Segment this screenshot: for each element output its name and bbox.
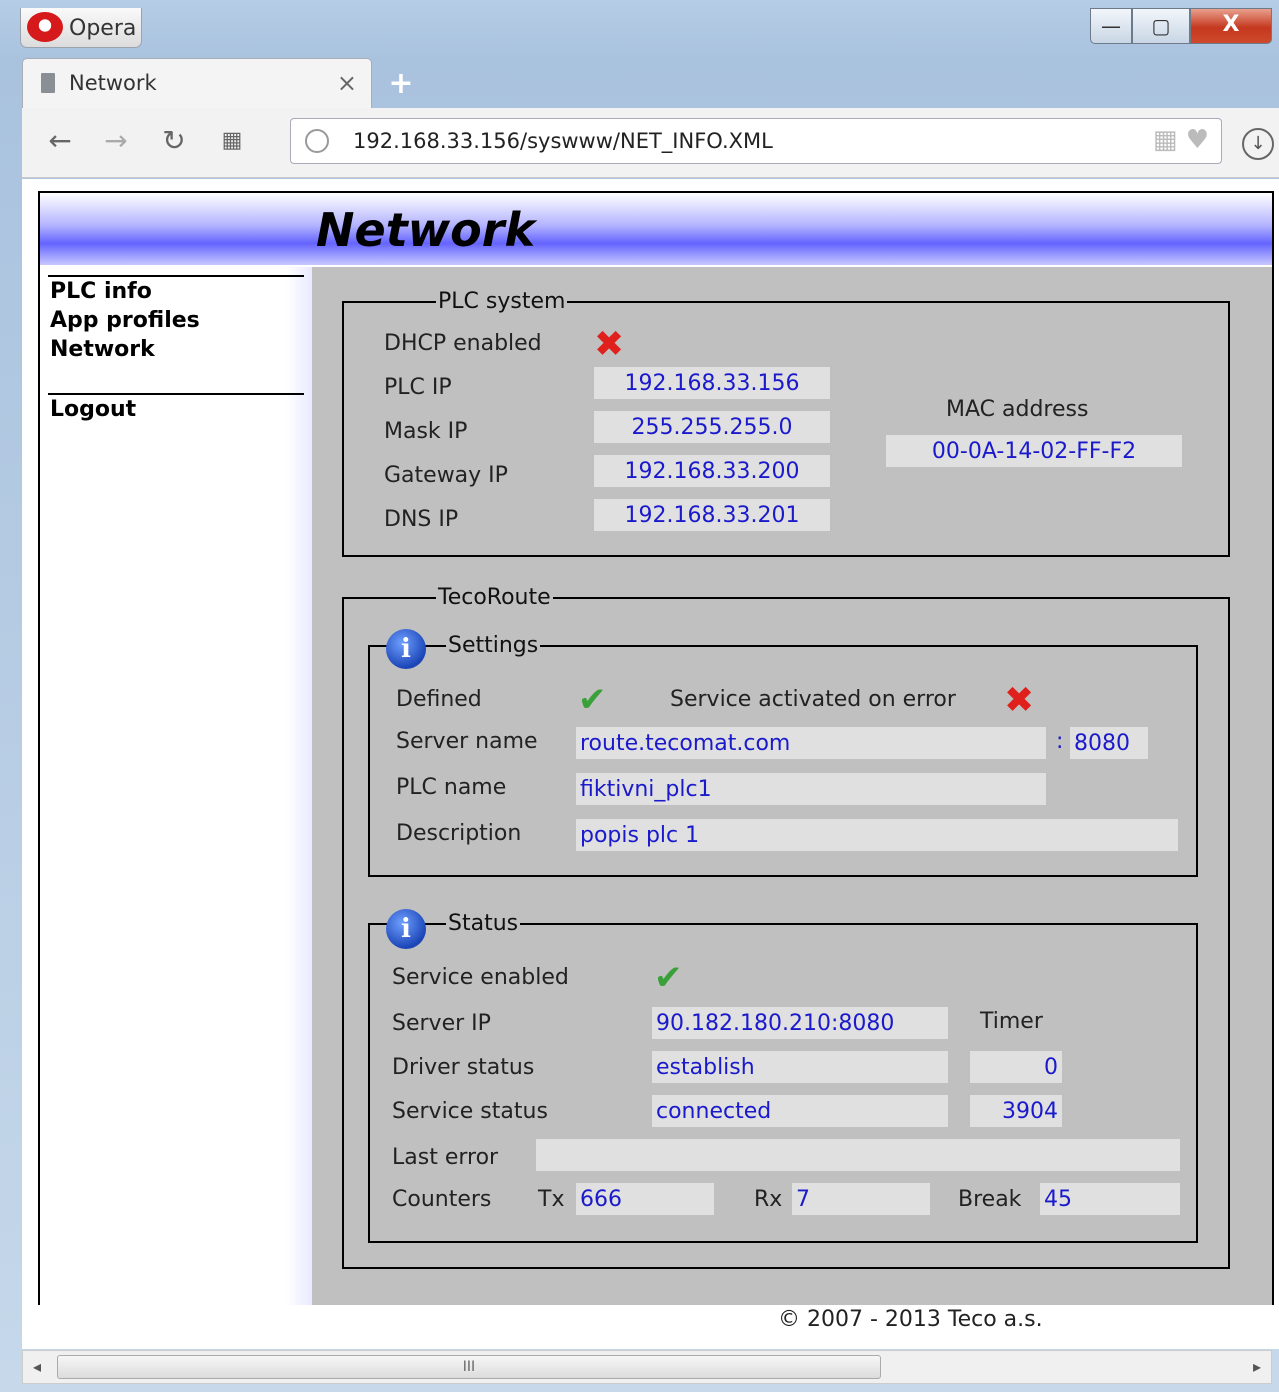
service-status-label: Service status — [392, 1099, 548, 1124]
nav-divider — [48, 275, 304, 277]
service-enabled-check-icon: ✔ — [654, 958, 683, 998]
close-icon: X — [1222, 12, 1240, 37]
server-port-value: 8080 — [1070, 727, 1148, 759]
scrollbar-thumb[interactable]: III — [57, 1355, 881, 1379]
page-viewport: Network PLC info App profiles Network Lo… — [22, 179, 1279, 1349]
nav-plc-info[interactable]: PLC info — [50, 279, 152, 304]
break-label: Break — [958, 1187, 1022, 1212]
server-name-label: Server name — [396, 729, 538, 754]
forward-icon[interactable]: → — [98, 124, 134, 157]
minimize-button[interactable]: — — [1090, 8, 1132, 44]
minimize-icon: — — [1101, 14, 1121, 38]
bookmark-heart-icon[interactable]: ▦ ♥ — [1153, 125, 1209, 155]
footer-copyright: © 2007 - 2013 Teco a.s. — [778, 1307, 1043, 1332]
description-label: Description — [396, 821, 522, 846]
nav-divider — [48, 393, 304, 395]
break-value: 45 — [1040, 1183, 1180, 1215]
plc-ip-value: 192.168.33.156 — [594, 367, 830, 399]
server-ip-label: Server IP — [392, 1011, 491, 1036]
tx-value: 666 — [576, 1183, 714, 1215]
server-name-value: route.tecomat.com — [576, 727, 1046, 759]
opera-logo-icon — [27, 12, 63, 42]
description-value: popis plc 1 — [576, 819, 1178, 851]
tab-title: Network — [69, 71, 157, 95]
maximize-button[interactable]: ▢ — [1132, 8, 1190, 44]
main-content: PLC system DHCP enabled ✖ PLC IP 192.168… — [312, 267, 1272, 1305]
dhcp-label: DHCP enabled — [384, 331, 542, 356]
plc-name-value: fiktivni_plc1 — [576, 773, 1046, 805]
status-info-icon[interactable]: i — [386, 909, 426, 949]
reload-icon[interactable]: ↻ — [156, 124, 192, 157]
settings-info-icon[interactable]: i — [386, 629, 426, 669]
tecoroute-legend: TecoRoute — [438, 585, 551, 610]
status-legend: Status — [448, 911, 519, 936]
page-icon — [41, 73, 55, 93]
dhcp-disabled-x-icon: ✖ — [594, 324, 625, 365]
globe-icon — [305, 129, 329, 153]
new-tab-icon[interactable]: + — [388, 69, 414, 99]
timer-label: Timer — [980, 1009, 1043, 1034]
tx-label: Tx — [538, 1187, 565, 1212]
browser-window: Opera — ▢ X Network × + ← → ↻ ▦ 192.168.… — [0, 0, 1279, 1392]
plc-name-label: PLC name — [396, 775, 507, 800]
settings-legend: Settings — [448, 633, 539, 658]
rx-value: 7 — [792, 1183, 930, 1215]
plc-system-legend: PLC system — [438, 289, 566, 314]
speed-dial-icon[interactable]: ▦ — [214, 128, 250, 153]
service-enabled-label: Service enabled — [392, 965, 569, 990]
url-text[interactable]: 192.168.33.156/syswww/NET_INFO.XML — [353, 129, 773, 153]
page-title: Network — [316, 203, 536, 257]
page-banner: Network — [40, 193, 1272, 265]
rx-label: Rx — [754, 1187, 783, 1212]
mask-ip-label: Mask IP — [384, 419, 468, 444]
mac-address-value: 00-0A-14-02-FF-F2 — [886, 435, 1182, 467]
close-window-button[interactable]: X — [1190, 8, 1272, 44]
address-bar[interactable]: 192.168.33.156/syswww/NET_INFO.XML ▦ ♥ — [290, 118, 1222, 164]
driver-status-value: establish — [652, 1051, 948, 1083]
tab-close-icon[interactable]: × — [337, 69, 357, 97]
browser-toolbar: ← → ↻ ▦ 192.168.33.156/syswww/NET_INFO.X… — [22, 108, 1279, 178]
nav-logout[interactable]: Logout — [50, 397, 136, 422]
horizontal-scrollbar[interactable]: ◂ III ▸ — [22, 1350, 1272, 1384]
dns-ip-label: DNS IP — [384, 507, 459, 532]
opera-menu-button[interactable]: Opera — [20, 8, 142, 48]
last-error-value — [536, 1139, 1180, 1171]
back-icon[interactable]: ← — [42, 124, 78, 157]
plc-ip-label: PLC IP — [384, 375, 452, 400]
mask-ip-value: 255.255.255.0 — [594, 411, 830, 443]
activated-on-error-x-icon: ✖ — [1004, 680, 1035, 721]
service-timer-value: 3904 — [970, 1095, 1062, 1127]
driver-timer-value: 0 — [970, 1051, 1062, 1083]
scroll-right-icon[interactable]: ▸ — [1253, 1357, 1261, 1376]
port-separator: : — [1056, 729, 1064, 754]
nav-app-profiles[interactable]: App profiles — [50, 308, 200, 333]
activated-on-error-label: Service activated on error — [670, 687, 956, 712]
scrollbar-grip: III — [462, 1359, 476, 1375]
driver-status-label: Driver status — [392, 1055, 535, 1080]
nav-network[interactable]: Network — [50, 337, 155, 362]
counters-label: Counters — [392, 1187, 492, 1212]
service-status-value: connected — [652, 1095, 948, 1127]
defined-label: Defined — [396, 687, 482, 712]
scroll-left-icon[interactable]: ◂ — [33, 1357, 41, 1376]
server-ip-value: 90.182.180.210:8080 — [652, 1007, 948, 1039]
defined-check-icon: ✔ — [578, 680, 607, 720]
tab-network[interactable]: Network × — [22, 58, 372, 110]
download-icon[interactable]: ↓ — [1242, 128, 1274, 160]
gateway-ip-value: 192.168.33.200 — [594, 455, 830, 487]
gateway-ip-label: Gateway IP — [384, 463, 508, 488]
opera-menu-label: Opera — [69, 16, 137, 41]
sidebar — [40, 267, 310, 1305]
mac-address-label: MAC address — [946, 397, 1089, 422]
web-page: Network PLC info App profiles Network Lo… — [38, 191, 1274, 1305]
dns-ip-value: 192.168.33.201 — [594, 499, 830, 531]
last-error-label: Last error — [392, 1145, 499, 1170]
maximize-icon: ▢ — [1151, 14, 1171, 38]
